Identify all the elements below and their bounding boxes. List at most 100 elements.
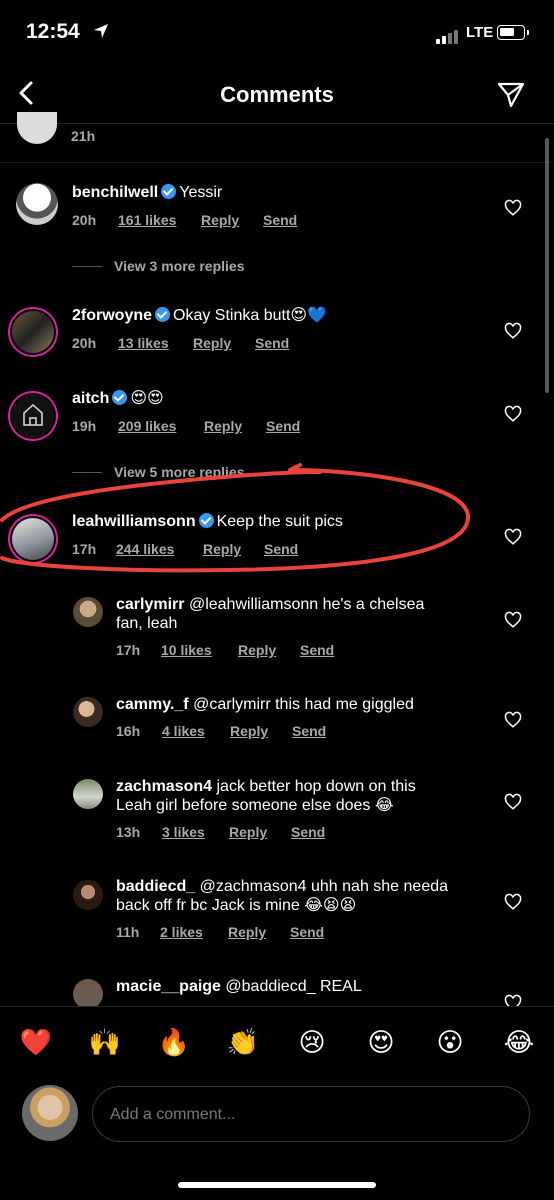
reply-text: cammy._f @carlymirr this had me giggled <box>116 695 516 714</box>
likes-link[interactable]: 4 likes <box>162 723 205 739</box>
heart-icon[interactable] <box>504 994 522 1006</box>
send-button[interactable]: Send <box>263 212 297 228</box>
likes-link[interactable]: 2 likes <box>160 924 203 940</box>
reply-button[interactable]: Reply <box>228 924 266 940</box>
comment-time: 20h <box>72 335 97 351</box>
comment-username[interactable]: benchilwell <box>72 184 158 201</box>
likes-link[interactable]: 209 likes <box>118 418 176 434</box>
clipped-reply-area: macie__paige @baddiecd_ REAL <box>0 970 554 1006</box>
section-divider <box>0 162 554 163</box>
reaction-crying[interactable]: 😢 <box>292 1027 332 1058</box>
comment-text: 2forwoyne Okay Stinka butt😍💙 <box>72 306 327 325</box>
reaction-heart-eyes[interactable]: 😍 <box>361 1027 401 1058</box>
view-more-replies[interactable]: View 3 more replies <box>114 258 244 274</box>
reply-button[interactable]: Reply <box>230 723 268 739</box>
composer-divider <box>0 1006 554 1007</box>
comment-time: 20h <box>72 212 97 228</box>
direct-send-icon[interactable] <box>496 79 526 109</box>
heart-icon[interactable] <box>504 893 522 911</box>
reply-time: 13h <box>116 824 141 840</box>
heart-icon[interactable] <box>504 611 522 629</box>
reply-text: baddiecd_ @zachmason4 uhh nah she needa … <box>116 877 516 915</box>
send-button[interactable]: Send <box>290 924 324 940</box>
avatar[interactable] <box>73 697 103 727</box>
avatar[interactable] <box>73 979 103 1006</box>
reply-body: @baddiecd_ REAL <box>225 978 362 995</box>
avatar[interactable] <box>73 779 103 809</box>
reply-button[interactable]: Reply <box>193 335 231 351</box>
send-button[interactable]: Send <box>291 824 325 840</box>
reply-body-line2: fan, leah <box>116 615 178 632</box>
reply-username[interactable]: zachmason4 <box>116 778 212 795</box>
comment-input[interactable]: Add a comment... <box>92 1086 530 1142</box>
header-divider <box>0 123 554 124</box>
reaction-heart[interactable]: ❤️ <box>16 1027 56 1058</box>
comment-time: 19h <box>72 418 97 434</box>
reply-time: 16h <box>116 723 141 739</box>
reply-username[interactable]: cammy._f <box>116 696 189 713</box>
comment-username[interactable]: aitch <box>72 390 109 407</box>
heart-icon[interactable] <box>504 793 522 811</box>
view-replies-line <box>72 266 102 267</box>
reply-username[interactable]: carlymirr <box>116 596 185 613</box>
reply-time: 11h <box>116 924 140 940</box>
status-time: 12:54 <box>26 20 80 43</box>
heart-icon[interactable] <box>504 199 522 217</box>
heart-icon[interactable] <box>504 405 522 423</box>
reply-button[interactable]: Reply <box>204 418 242 434</box>
battery-tip <box>527 30 529 35</box>
reaction-fire[interactable]: 🔥 <box>154 1027 194 1058</box>
reaction-surprised[interactable]: 😮 <box>430 1027 470 1058</box>
reaction-clap[interactable]: 👏 <box>223 1027 263 1058</box>
scrollbar[interactable] <box>545 138 549 393</box>
reply-button[interactable]: Reply <box>229 824 267 840</box>
avatar[interactable] <box>73 597 103 627</box>
page-title: Comments <box>220 82 334 107</box>
reply-text: macie__paige @baddiecd_ REAL <box>116 977 516 996</box>
likes-link[interactable]: 161 likes <box>118 212 176 228</box>
reply-body: jack better hop down on this <box>216 778 416 795</box>
verified-badge-icon <box>155 307 171 322</box>
heart-icon[interactable] <box>504 322 522 340</box>
reaction-laughing[interactable]: 😂 <box>499 1027 539 1058</box>
reply-button[interactable]: Reply <box>201 212 239 228</box>
reply-username[interactable]: baddiecd_ <box>116 878 195 895</box>
reply-body-line2: back off fr bc Jack is mine 😂😫😫 <box>116 897 357 914</box>
reaction-raised-hands[interactable]: 🙌 <box>85 1027 125 1058</box>
likes-link[interactable]: 3 likes <box>162 824 205 840</box>
location-arrow-icon <box>94 24 108 38</box>
avatar[interactable] <box>16 183 58 225</box>
house-doodle-icon <box>23 403 43 426</box>
comment-input-placeholder: Add a comment... <box>110 1106 236 1123</box>
red-annotation-circle <box>0 463 471 573</box>
heart-icon[interactable] <box>504 711 522 729</box>
verified-badge-icon <box>112 390 128 405</box>
send-button[interactable]: Send <box>255 335 289 351</box>
reply-username[interactable]: macie__paige <box>116 978 221 995</box>
battery-icon <box>497 25 525 40</box>
send-button[interactable]: Send <box>266 418 300 434</box>
send-button[interactable]: Send <box>292 723 326 739</box>
home-indicator[interactable] <box>178 1182 376 1188</box>
reply-button[interactable]: Reply <box>238 642 276 658</box>
reply-body-line2: Leah girl before someone else does 😂 <box>116 797 394 814</box>
comment-body: Yessir <box>179 184 223 201</box>
reply-text: zachmason4 jack better hop down on this … <box>116 777 516 815</box>
comment-text: aitch 😍😍 <box>72 389 164 408</box>
reply-time: 17h <box>116 642 141 658</box>
avatar[interactable] <box>12 311 54 353</box>
likes-link[interactable]: 10 likes <box>161 642 212 658</box>
comment-body: Okay Stinka butt😍💙 <box>173 307 328 324</box>
avatar[interactable] <box>12 395 54 437</box>
likes-link[interactable]: 13 likes <box>118 335 169 351</box>
comment-text: benchilwell Yessir <box>72 183 222 202</box>
comment-username[interactable]: 2forwoyne <box>72 307 152 324</box>
heart-icon[interactable] <box>504 528 522 546</box>
verified-badge-icon <box>161 184 177 199</box>
avatar[interactable] <box>73 880 103 910</box>
comment-time: 21h <box>71 128 96 144</box>
signal-bars-icon <box>436 26 460 44</box>
my-avatar[interactable] <box>22 1085 78 1141</box>
avatar[interactable] <box>17 112 57 144</box>
send-button[interactable]: Send <box>300 642 334 658</box>
